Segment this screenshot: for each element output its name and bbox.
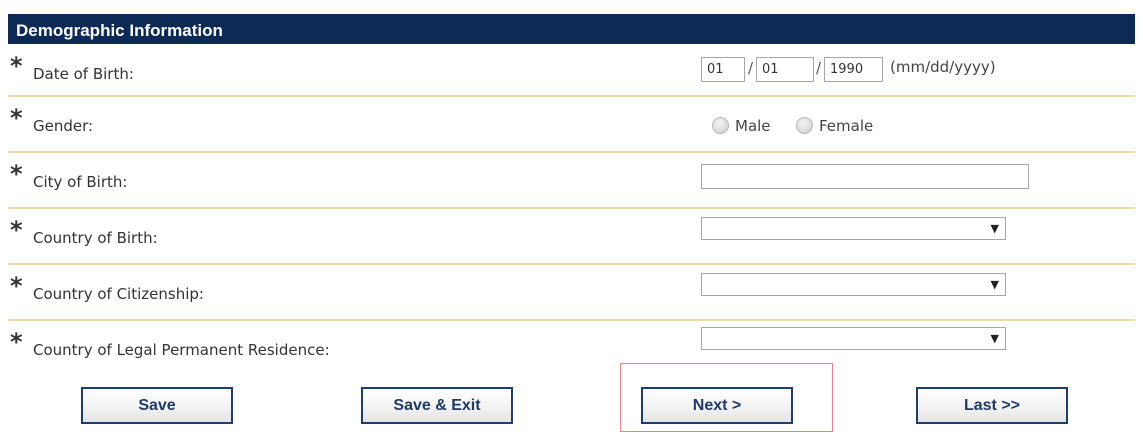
save-button[interactable]: Save xyxy=(81,387,233,424)
gender-male-label[interactable]: Male xyxy=(735,117,771,135)
dob-month-input[interactable] xyxy=(701,57,745,82)
country-of-birth-select[interactable]: ▼ xyxy=(701,217,1006,240)
chevron-down-icon: ▼ xyxy=(990,278,999,291)
city-of-birth-input[interactable] xyxy=(701,164,1029,189)
country-of-citizenship-label: Country of Citizenship: xyxy=(33,285,204,303)
date-separator: / xyxy=(816,59,822,77)
gender-row: * Gender: Male Female xyxy=(8,97,1135,153)
dob-year-input[interactable] xyxy=(824,57,883,82)
chevron-down-icon: ▼ xyxy=(990,222,999,235)
gender-female-label[interactable]: Female xyxy=(819,117,873,135)
city-of-birth-label: City of Birth: xyxy=(33,173,128,191)
country-of-residence-label: Country of Legal Permanent Residence: xyxy=(33,341,330,359)
required-asterisk: * xyxy=(10,328,23,356)
required-asterisk: * xyxy=(10,52,23,80)
city-of-birth-row: * City of Birth: xyxy=(8,153,1135,209)
date-format-hint: (mm/dd/yyyy) xyxy=(890,58,996,76)
required-asterisk: * xyxy=(10,272,23,300)
dob-row: * Date of Birth: / / (mm/dd/yyyy) xyxy=(8,45,1135,97)
date-separator: / xyxy=(748,59,754,77)
dob-label: Date of Birth: xyxy=(33,65,134,83)
country-of-birth-label: Country of Birth: xyxy=(33,229,158,247)
country-of-citizenship-select[interactable]: ▼ xyxy=(701,273,1006,296)
country-of-citizenship-row: * Country of Citizenship: ▼ xyxy=(8,265,1135,321)
gender-label: Gender: xyxy=(33,117,94,135)
save-exit-button[interactable]: Save & Exit xyxy=(361,387,513,424)
last-button[interactable]: Last >> xyxy=(916,387,1068,424)
section-title: Demographic Information xyxy=(16,21,223,40)
gender-female-radio[interactable] xyxy=(796,117,813,134)
chevron-down-icon: ▼ xyxy=(990,332,999,345)
required-asterisk: * xyxy=(10,104,23,132)
required-asterisk: * xyxy=(10,216,23,244)
next-button[interactable]: Next > xyxy=(641,387,793,424)
country-of-birth-row: * Country of Birth: ▼ xyxy=(8,209,1135,265)
country-of-residence-row: * Country of Legal Permanent Residence: … xyxy=(8,321,1135,377)
gender-male-radio[interactable] xyxy=(712,117,729,134)
country-of-residence-select[interactable]: ▼ xyxy=(701,327,1006,350)
section-header: Demographic Information xyxy=(8,14,1135,44)
required-asterisk: * xyxy=(10,160,23,188)
dob-day-input[interactable] xyxy=(756,57,814,82)
